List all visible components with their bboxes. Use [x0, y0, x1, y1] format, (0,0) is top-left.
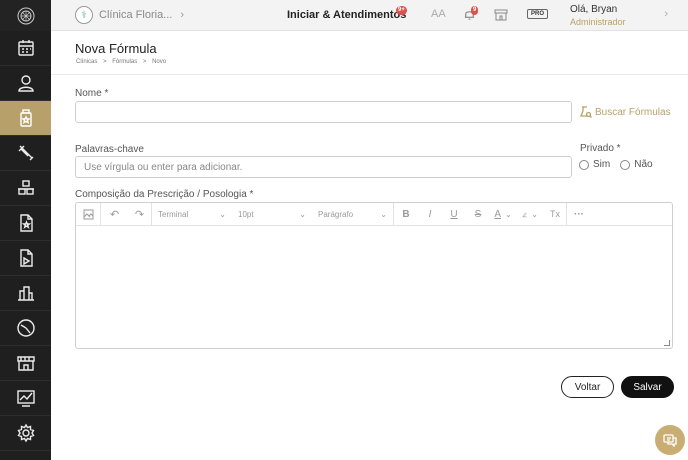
breadcrumb-novo: Novo — [152, 59, 167, 65]
sidebar-item-relatorios[interactable] — [0, 311, 51, 346]
sidebar-item-prescricoes[interactable] — [0, 241, 51, 276]
privado-nao-label: Não — [634, 159, 653, 170]
breadcrumb-separator: > — [103, 59, 107, 65]
user-role: Administrador — [570, 17, 626, 27]
privado-sim-label: Sim — [593, 159, 611, 170]
text-color-icon: A — [494, 208, 501, 220]
text-color-button[interactable]: A ⌄ — [490, 203, 516, 226]
bold-button[interactable]: B — [394, 203, 418, 226]
sidebar — [0, 0, 51, 460]
sidebar-item-pacientes[interactable] — [0, 66, 51, 101]
salvar-button[interactable]: Salvar — [621, 376, 674, 398]
logo[interactable] — [0, 0, 51, 31]
building-icon — [17, 286, 34, 301]
chat-button[interactable] — [655, 425, 685, 455]
editor-content-area[interactable] — [76, 226, 672, 348]
italic-button[interactable]: I — [418, 203, 442, 226]
highlight-button[interactable]: ⌄ — [516, 203, 544, 226]
report-icon — [16, 390, 35, 407]
font-family-select[interactable]: Terminal ⌄ — [152, 203, 232, 226]
document-send-icon — [19, 249, 33, 267]
highlight-icon — [522, 211, 527, 217]
document-star-icon — [19, 214, 33, 232]
sidebar-item-clinicas[interactable] — [0, 276, 51, 311]
palavras-chave-input[interactable] — [75, 156, 572, 178]
clinic-selector[interactable]: ⚕ Clínica Floria... › — [75, 6, 184, 24]
user-icon — [17, 75, 34, 92]
chevron-down-icon: ⌄ — [531, 209, 538, 219]
underline-button[interactable]: U — [442, 203, 466, 226]
logo-icon — [17, 7, 34, 24]
store-icon — [16, 356, 35, 371]
calendar-icon — [17, 40, 34, 56]
font-size-select[interactable]: 10pt ⌄ — [232, 203, 312, 226]
pro-badge[interactable]: PRO — [527, 9, 549, 19]
clear-format-button[interactable]: Tx — [544, 203, 566, 226]
chevron-down-icon: ⌄ — [380, 209, 387, 219]
chevron-right-icon[interactable]: › — [664, 8, 668, 20]
chevron-down-icon: ⌄ — [504, 209, 512, 219]
topbar: ⚕ Clínica Floria... › Iniciar & Atendime… — [51, 0, 688, 31]
buscar-formulas-label: Buscar Fórmulas — [595, 106, 671, 118]
flask-search-icon — [580, 106, 592, 118]
clinic-name: Clínica Floria... — [99, 9, 173, 21]
sidebar-item-documentos[interactable] — [0, 206, 51, 241]
font-family-value: Terminal — [158, 209, 189, 219]
store-icon[interactable] — [494, 8, 508, 24]
font-size-icon[interactable]: AA — [431, 8, 446, 20]
voltar-button[interactable]: Voltar — [561, 376, 614, 398]
undo-icon[interactable]: ↶ — [101, 203, 128, 226]
rich-text-editor: ↶ ↷ Terminal ⌄ 10pt ⌄ Parágrafo ⌄ B I U S A… — [75, 202, 673, 349]
privado-label: Privado * — [580, 143, 621, 154]
breadcrumb: Clínicas > Fórmulas > Novo — [76, 59, 170, 65]
editor-toolbar: ↶ ↷ Terminal ⌄ 10pt ⌄ Parágrafo ⌄ B I U S A… — [76, 202, 672, 226]
chevron-down-icon: ⌄ — [299, 209, 306, 219]
image-icon[interactable] — [76, 203, 100, 226]
page-title: Nova Fórmula — [75, 41, 157, 56]
more-options-button[interactable]: ··· — [567, 203, 591, 226]
sidebar-item-configuracoes[interactable] — [0, 416, 51, 451]
redo-icon[interactable]: ↷ — [128, 203, 151, 226]
radio-sim[interactable] — [579, 159, 589, 170]
chart-icon — [16, 319, 35, 337]
privado-radio-group: Sim Não — [579, 159, 663, 170]
tools-icon — [18, 145, 33, 161]
font-size-value: 10pt — [238, 209, 254, 219]
chat-icon — [663, 434, 677, 447]
composicao-label: Composição da Prescrição / Posologia * — [75, 189, 254, 200]
buscar-formulas-link[interactable]: Buscar Fórmulas — [580, 106, 671, 118]
radio-nao[interactable] — [620, 159, 631, 170]
bottle-icon — [19, 109, 32, 127]
breadcrumb-clinicas[interactable]: Clínicas — [76, 59, 97, 65]
divider — [51, 74, 688, 75]
section-title[interactable]: Iniciar & Atendimentos — [287, 9, 406, 21]
privado-sim-option[interactable]: Sim — [579, 159, 610, 170]
caduceus-icon: ⚕ — [75, 6, 93, 24]
nome-input[interactable] — [75, 101, 572, 123]
nome-label: Nome * — [75, 88, 109, 99]
chevron-right-icon: › — [180, 9, 185, 21]
sidebar-item-estoque[interactable] — [0, 171, 51, 206]
user-greeting[interactable]: Olá, Bryan — [570, 4, 617, 15]
stock-icon — [17, 180, 34, 195]
breadcrumb-formulas[interactable]: Fórmulas — [112, 59, 137, 65]
gear-icon — [16, 423, 35, 443]
privado-nao-option[interactable]: Não — [620, 159, 653, 170]
chevron-down-icon: ⌄ — [219, 209, 226, 219]
sidebar-item-formulas[interactable] — [0, 101, 51, 136]
palavras-chave-label: Palavras-chave — [75, 144, 144, 155]
block-format-select[interactable]: Parágrafo ⌄ — [312, 203, 393, 226]
strikethrough-button[interactable]: S — [466, 203, 490, 226]
section-badge: 9+ — [396, 6, 407, 15]
sidebar-item-dashboard[interactable] — [0, 381, 51, 416]
notification-badge: 9 — [471, 6, 479, 15]
breadcrumb-separator: > — [142, 59, 147, 65]
sidebar-item-loja[interactable] — [0, 346, 51, 381]
sidebar-item-agenda[interactable] — [0, 31, 51, 66]
block-format-value: Parágrafo — [318, 209, 354, 219]
resize-handle[interactable] — [664, 340, 670, 346]
sidebar-item-procedimentos[interactable] — [0, 136, 51, 171]
